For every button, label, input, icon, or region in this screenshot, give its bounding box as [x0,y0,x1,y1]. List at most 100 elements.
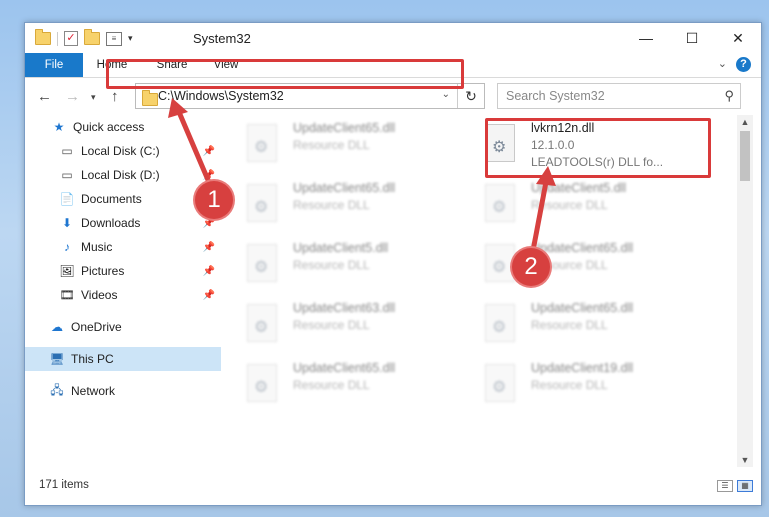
sidebar-item-this-pc[interactable]: 🖥 This PC [25,347,221,371]
file-name: UpdateClient63.dll [293,301,396,315]
title-bar: ✓ ≡ ▾ System32 — ☐ ✕ [25,23,761,53]
list-item[interactable]: UpdateClient19.dll Resource DLL [485,361,705,411]
file-type: Resource DLL [293,378,370,392]
up-arrow-icon[interactable]: ↑ [111,88,119,105]
chevron-down-icon[interactable]: ▾ [128,33,133,44]
window-title: System32 [193,31,251,46]
sidebar-item-label: Network [71,384,116,398]
explorer-window: ✓ ≡ ▾ System32 — ☐ ✕ File Home Share Vie… [24,22,762,506]
scroll-up-icon[interactable]: ▲ [737,117,753,127]
help-icon[interactable]: ? [736,57,751,72]
vertical-scrollbar[interactable]: ▲ ▼ [737,115,753,467]
dll-file-icon [247,184,277,222]
pin-icon[interactable]: 📌 [203,170,215,181]
file-type: Resource DLL [293,258,370,272]
file-name: UpdateClient65.dll [531,241,634,255]
tab-file[interactable]: File [25,53,83,77]
file-type: Resource DLL [531,198,608,212]
close-button[interactable]: ✕ [715,23,761,53]
sidebar-item-pictures[interactable]: 🖼 Pictures 📌 [25,259,221,283]
recent-locations-chevron-icon[interactable]: ▾ [91,92,96,103]
navigation-pane: ★ Quick access ▭ Local Disk (C:) 📌 ▭ Loc… [25,115,221,467]
file-name: UpdateClient5.dll [293,241,389,255]
network-icon: 🖧 [50,382,64,397]
sidebar-item-local-disk-c[interactable]: ▭ Local Disk (C:) 📌 [25,139,221,163]
folder-icon [142,90,158,106]
folder-icon[interactable] [35,29,51,45]
search-placeholder: Search System32 [506,89,605,103]
dll-file-icon [485,184,515,222]
sidebar-item-local-disk-d[interactable]: ▭ Local Disk (D:) 📌 [25,163,221,187]
pin-icon[interactable]: 📌 [203,146,215,157]
sidebar-item-network[interactable]: 🖧 Network [25,379,221,403]
minimize-button[interactable]: — [623,23,669,53]
scrollbar-thumb[interactable] [740,131,750,181]
sidebar-item-label: Local Disk (D:) [81,168,160,182]
sidebar-item-documents[interactable]: 📄 Documents 📌 [25,187,221,211]
dll-file-icon [247,244,277,282]
maximize-button[interactable]: ☐ [669,23,715,53]
sidebar-item-downloads[interactable]: ⬇ Downloads 📌 [25,211,221,235]
item-count: 171 items [39,479,89,491]
list-item[interactable]: UpdateClient65.dll Resource DLL [247,121,467,171]
pin-icon[interactable]: 📌 [203,266,215,277]
dll-file-icon [485,304,515,342]
chevron-down-icon[interactable]: ⌄ [442,89,450,100]
sidebar-item-videos[interactable]: 🎞 Videos 📌 [25,283,221,307]
music-icon: ♪ [64,240,70,254]
file-name: UpdateClient65.dll [293,361,396,375]
pictures-icon: 🖼 [59,264,75,278]
step-marker-1: 1 [195,181,233,219]
list-item[interactable]: UpdateClient5.dll Resource DLL [247,241,467,291]
list-item[interactable]: UpdateClient65.dll Resource DLL [247,181,467,231]
file-highlight [485,118,711,178]
toolbar-divider [57,31,58,46]
cloud-icon: ☁ [51,320,63,334]
details-view-icon[interactable]: ☰ [717,480,733,492]
sidebar-item-label: Documents [81,192,142,206]
new-folder-icon[interactable] [84,29,100,45]
list-item[interactable]: UpdateClient65.dll Resource DLL [247,361,467,411]
download-icon: ⬇ [61,216,73,230]
sidebar-item-label: This PC [71,352,114,366]
file-type: Resource DLL [293,318,370,332]
computer-icon: 🖥 [49,352,65,366]
list-item[interactable]: UpdateClient65.dll Resource DLL [485,301,705,351]
sidebar-item-onedrive[interactable]: ☁ OneDrive [25,315,221,339]
chevron-down-icon[interactable]: ⌄ [718,57,727,70]
sidebar-item-label: Local Disk (C:) [81,144,160,158]
star-icon: ★ [53,120,65,134]
back-arrow-icon[interactable]: ← [37,88,52,105]
file-name: UpdateClient65.dll [293,121,396,135]
sidebar-item-label: Quick access [73,120,145,134]
sidebar-item-music[interactable]: ♪ Music 📌 [25,235,221,259]
document-icon: 📄 [59,192,75,206]
tiles-view-icon[interactable]: ▦ [737,480,753,492]
list-item[interactable]: UpdateClient63.dll Resource DLL [247,301,467,351]
dll-file-icon [247,364,277,402]
list-item[interactable]: UpdateClient5.dll Resource DLL [485,181,705,231]
dll-file-icon [247,124,277,162]
sidebar-item-label: Downloads [81,216,141,230]
sidebar-item-label: Videos [81,288,118,302]
dll-file-icon [247,304,277,342]
address-path[interactable]: C:\Windows\System32 [158,89,284,103]
forward-arrow-icon[interactable]: → [65,88,80,105]
window-controls: — ☐ ✕ [623,23,761,53]
quick-access-toolbar: ✓ ≡ ▾ [35,29,133,46]
file-name: UpdateClient65.dll [293,181,396,195]
customize-icon[interactable]: ≡ [106,31,122,46]
sidebar-item-quick-access[interactable]: ★ Quick access [25,115,221,139]
search-input[interactable]: Search System32 ⚲ [497,83,741,109]
file-type: Resource DLL [531,378,608,392]
scroll-down-icon[interactable]: ▼ [737,455,753,465]
properties-check-icon[interactable]: ✓ [64,31,78,46]
sidebar-item-label: OneDrive [71,320,122,334]
pin-icon[interactable]: 📌 [203,218,215,229]
drive-icon: ▭ [61,168,73,182]
drive-icon: ▭ [61,144,73,158]
pin-icon[interactable]: 📌 [203,242,215,253]
pin-icon[interactable]: 📌 [203,290,215,301]
search-icon[interactable]: ⚲ [724,88,734,104]
step-marker-2: 2 [512,248,550,286]
